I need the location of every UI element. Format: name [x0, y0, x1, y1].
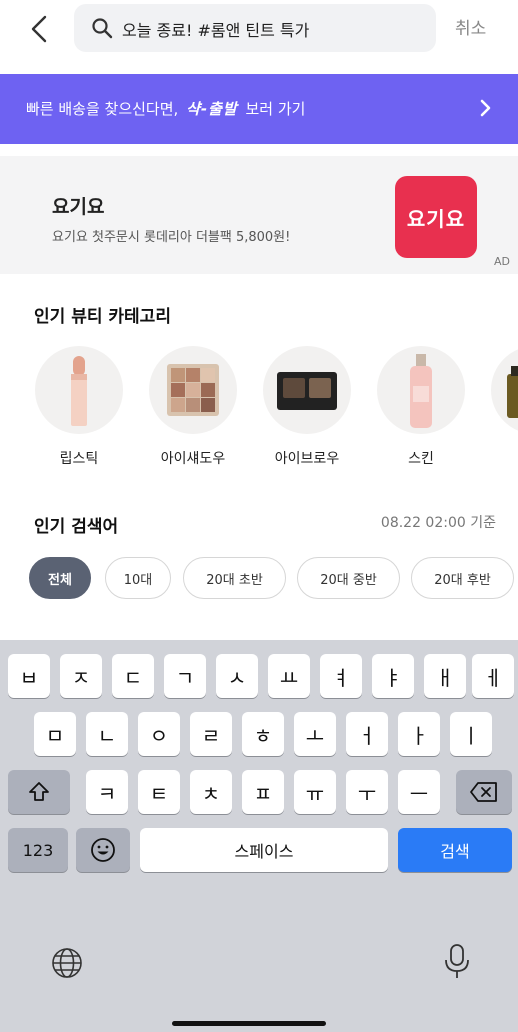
promo-prefix: 빠른 배송을 찾으신다면, [26, 100, 184, 118]
chip-mid-20s[interactable]: 20대 중반 [297, 557, 400, 599]
category-item-skin[interactable]: 스킨 [375, 346, 467, 468]
ad-banner[interactable]: 요기요 요기요 첫주문시 롯데리아 더블팩 5,800원! 요기요 AD [0, 156, 518, 274]
serum-bottle-icon [491, 346, 518, 434]
shift-arrow-icon [29, 782, 49, 801]
age-filter-chips: 전체 10대 20대 초반 20대 중반 20대 후반 [0, 557, 518, 607]
category-item-eyeshadow[interactable]: 아이섀도우 [147, 346, 239, 468]
backspace-icon [470, 782, 497, 802]
promo-brand: 샥-출발 [186, 100, 238, 118]
chip-late-20s[interactable]: 20대 후반 [411, 557, 514, 599]
category-item-eyebrow[interactable]: 아이브로우 [261, 346, 353, 468]
key[interactable]: ㅠ [294, 770, 336, 814]
shift-key[interactable] [8, 770, 70, 814]
numbers-key[interactable]: 123 [8, 828, 68, 872]
key[interactable]: ㅇ [138, 712, 180, 756]
fast-delivery-banner[interactable]: 빠른 배송을 찾으신다면, 샥-출발 보러 가기 [0, 74, 518, 144]
category-label: 아이브로우 [274, 451, 340, 467]
ad-description: 요기요 첫주문시 롯데리아 더블팩 5,800원! [52, 230, 291, 245]
key[interactable]: ㅕ [320, 654, 362, 698]
popular-search-timestamp: 08.22 02:00 기준 [380, 515, 496, 531]
category-section-title: 인기 뷰티 카테고리 [34, 307, 171, 327]
popular-search-title: 인기 검색어 [34, 517, 119, 537]
search-input[interactable]: 오늘 종료! #롬앤 틴트 특가 [74, 4, 436, 52]
emoji-smiley-icon [91, 838, 115, 862]
category-label: 아이섀도우 [160, 451, 226, 467]
ad-label: AD [494, 255, 510, 268]
microphone-icon[interactable] [442, 942, 472, 982]
home-indicator [172, 1021, 326, 1026]
category-item-lipstick[interactable]: 립스틱 [33, 346, 125, 468]
key[interactable]: ㄹ [190, 712, 232, 756]
category-label: 립스틱 [59, 451, 99, 467]
space-key[interactable]: 스페이스 [140, 828, 388, 872]
key[interactable]: ㅛ [268, 654, 310, 698]
key[interactable]: ㅎ [242, 712, 284, 756]
eyeshadow-palette-icon [149, 346, 237, 434]
key[interactable]: ㅋ [86, 770, 128, 814]
category-item-serum[interactable] [489, 346, 518, 448]
skin-toner-icon [377, 346, 465, 434]
chevron-right-icon [480, 99, 491, 117]
promo-suffix: 보러 가기 [240, 100, 306, 118]
lipstick-icon [35, 346, 123, 434]
key[interactable]: ㅐ [424, 654, 466, 698]
search-key[interactable]: 검색 [398, 828, 512, 872]
search-icon [92, 18, 113, 39]
key[interactable]: ㄱ [164, 654, 206, 698]
key[interactable]: ㅂ [8, 654, 50, 698]
key[interactable]: ㅌ [138, 770, 180, 814]
promo-text: 빠른 배송을 찾으신다면, 샥-출발 보러 가기 [26, 98, 305, 119]
key[interactable]: ㅍ [242, 770, 284, 814]
key[interactable]: ㅣ [450, 712, 492, 756]
key[interactable]: ㅜ [346, 770, 388, 814]
yogiyo-logo: 요기요 [395, 176, 477, 258]
key[interactable]: ㅑ [372, 654, 414, 698]
key[interactable]: ㅓ [346, 712, 388, 756]
emoji-key[interactable] [76, 828, 130, 872]
key[interactable]: ㅁ [34, 712, 76, 756]
key[interactable]: ㅏ [398, 712, 440, 756]
eyebrow-palette-icon [263, 346, 351, 434]
key[interactable]: ㅗ [294, 712, 336, 756]
chip-teens[interactable]: 10대 [105, 557, 171, 599]
category-label: 스킨 [408, 451, 434, 467]
key[interactable]: ㅊ [190, 770, 232, 814]
chip-early-20s[interactable]: 20대 초반 [183, 557, 286, 599]
key[interactable]: ㄷ [112, 654, 154, 698]
search-header: 오늘 종료! #롬앤 틴트 특가 취소 [0, 0, 518, 60]
cancel-button[interactable]: 취소 [455, 14, 486, 39]
key[interactable]: ㅔ [472, 654, 514, 698]
category-list: 립스틱 아이섀도우 아이브로우 스킨 [0, 346, 518, 476]
chip-all[interactable]: 전체 [29, 557, 91, 599]
globe-icon[interactable] [50, 946, 84, 980]
search-query-text: 오늘 종료! #롬앤 틴트 특가 [122, 21, 310, 40]
key[interactable]: ㅈ [60, 654, 102, 698]
backspace-key[interactable] [456, 770, 512, 814]
ad-title: 요기요 [52, 196, 105, 218]
back-chevron-icon[interactable] [26, 14, 52, 44]
key[interactable]: ㅡ [398, 770, 440, 814]
key[interactable]: ㄴ [86, 712, 128, 756]
korean-keyboard: ㅂ ㅈ ㄷ ㄱ ㅅ ㅛ ㅕ ㅑ ㅐ ㅔ ㅁ ㄴ ㅇ ㄹ ㅎ ㅗ ㅓ ㅏ ㅣ ㅋ … [0, 640, 518, 1032]
key[interactable]: ㅅ [216, 654, 258, 698]
